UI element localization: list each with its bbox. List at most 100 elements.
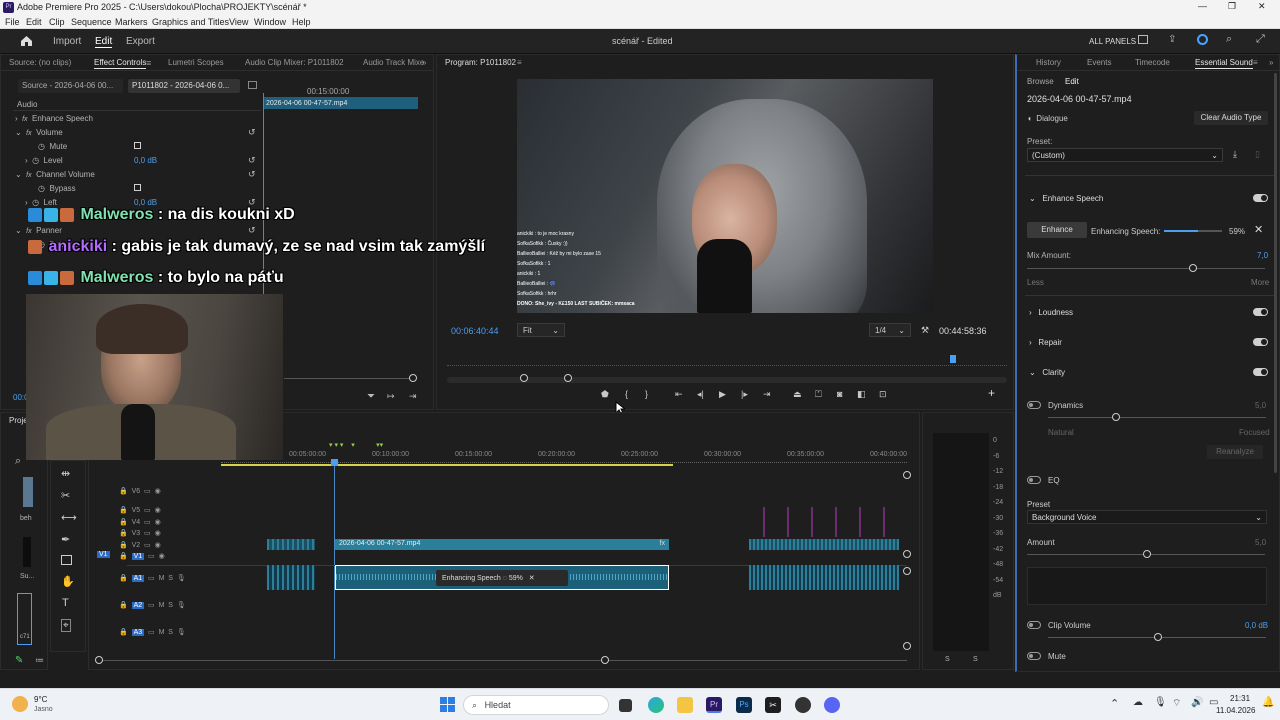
track-v1[interactable]: 🔒 V1 ▭ ◉: [119, 552, 239, 562]
more-tabs-icon[interactable]: »: [422, 58, 426, 67]
menu-markers[interactable]: Markers: [115, 17, 148, 27]
tab-essential-sound[interactable]: Essential Sound: [1195, 58, 1253, 69]
program-ruler[interactable]: [447, 358, 1007, 366]
pencil-icon[interactable]: ✎: [15, 655, 23, 666]
mute-checkbox[interactable]: [134, 142, 141, 149]
program-zoom-bar[interactable]: [447, 377, 1007, 383]
clarity-section[interactable]: ⌄ Clarity: [1029, 368, 1065, 377]
amount-knob[interactable]: [1143, 550, 1151, 558]
wifi-icon[interactable]: ⌔: [1172, 697, 1181, 710]
clear-audio-type-button[interactable]: Clear Audio Type: [1194, 111, 1268, 125]
lift-icon[interactable]: ⏏: [793, 389, 802, 400]
video-clip[interactable]: 2026-04-06 00-47-57.mp4 fx: [335, 539, 669, 550]
playhead-head[interactable]: [331, 459, 338, 466]
menu-view[interactable]: View: [229, 17, 248, 27]
go-to-in-icon[interactable]: ⇤: [675, 389, 683, 400]
bypass-checkbox[interactable]: [134, 184, 141, 191]
clip-volume-value[interactable]: 0,0 dB: [1245, 621, 1268, 630]
menu-graphics[interactable]: Graphics and Titles: [152, 17, 229, 27]
tab-events[interactable]: Events: [1087, 58, 1111, 67]
dynamics-knob[interactable]: [1112, 413, 1120, 421]
ec-item-panner[interactable]: ⌄ fx Panner: [15, 226, 62, 235]
ec-item-channel-volume[interactable]: ⌄ fx Channel Volume: [15, 170, 95, 179]
file-explorer-icon[interactable]: [677, 697, 693, 713]
sync-icon[interactable]: [1197, 34, 1208, 45]
mark-out-icon[interactable]: }: [645, 389, 648, 399]
more-tabs-icon[interactable]: »: [1269, 58, 1273, 67]
export-tab[interactable]: Export: [126, 36, 155, 47]
compare-icon[interactable]: ◧: [857, 389, 866, 400]
search-icon[interactable]: ⌕: [1226, 33, 1232, 46]
mark-in-icon[interactable]: {: [625, 389, 628, 399]
filter-icon[interactable]: ⏷: [367, 391, 375, 402]
ec-clip-bar[interactable]: 2026-04-06 00-47-57.mp4: [264, 97, 418, 109]
import-tab[interactable]: Import: [53, 36, 81, 47]
weather-icon[interactable]: [12, 696, 28, 712]
tab-audio-clip-mixer[interactable]: Audio Clip Mixer: P1011802: [245, 58, 344, 67]
upper-clip-fragments[interactable]: [749, 507, 899, 537]
track-v6[interactable]: 🔒 V6 ▭ ◉: [119, 487, 239, 497]
reset-icon[interactable]: ↺: [248, 225, 256, 236]
taskbar-search[interactable]: ⌕ Hledat: [463, 695, 609, 715]
weather-temp[interactable]: 9°C: [34, 695, 47, 704]
vscroll-handle[interactable]: [903, 471, 911, 479]
cancel-enhance-icon[interactable]: ✕: [1254, 223, 1263, 236]
timeline-zoom-right[interactable]: [601, 656, 609, 664]
step-back-icon[interactable]: ◂|: [697, 389, 704, 400]
track-a3[interactable]: 🔒 A3 ▭ M S 🎙: [119, 628, 239, 638]
export-icon[interactable]: ↦: [387, 391, 395, 402]
zoom-handle-left[interactable]: [520, 374, 528, 382]
reset-icon[interactable]: ↺: [248, 127, 256, 138]
windows-start-icon[interactable]: [440, 697, 456, 713]
add-button-icon[interactable]: +: [988, 386, 995, 400]
tab-effect-controls[interactable]: Effect Controls: [94, 58, 147, 69]
network-icon[interactable]: ☁: [1133, 697, 1143, 708]
repair-toggle[interactable]: [1253, 338, 1268, 346]
go-to-out-icon[interactable]: ⇥: [763, 389, 771, 400]
menu-file[interactable]: File: [5, 17, 20, 27]
app-icon[interactable]: [795, 697, 811, 713]
enhance-speech-section[interactable]: ⌄ Enhance Speech: [1029, 194, 1103, 203]
timeline-playhead[interactable]: [334, 459, 335, 659]
mix-amount-value[interactable]: 7,0: [1257, 251, 1268, 260]
reset-icon[interactable]: ↺: [248, 155, 256, 166]
menu-window[interactable]: Window: [254, 17, 286, 27]
ec-item-volume[interactable]: ⌄ fx Volume: [15, 128, 63, 137]
audio-clip-selected[interactable]: Enhancing Speech ◌ 59% ✕: [335, 565, 669, 590]
mix-amount-knob[interactable]: [1189, 264, 1197, 272]
ripple-edit-icon[interactable]: ⇹: [61, 467, 70, 480]
track-v3[interactable]: 🔒 V3 ▭ ◉: [119, 529, 239, 539]
capcut-icon[interactable]: ✂: [765, 697, 781, 713]
fullscreen-icon[interactable]: ⤢: [1256, 33, 1265, 46]
eq-preset-dropdown[interactable]: Background Voice ⌄: [1027, 510, 1267, 524]
menu-icon[interactable]: ≡: [517, 58, 522, 67]
clock-date[interactable]: 11.04.2026: [1216, 706, 1255, 715]
export-icon[interactable]: ⇥: [409, 391, 417, 402]
subtab-source[interactable]: Source - 2026-04-06 00...: [18, 79, 123, 93]
program-playhead[interactable]: [950, 355, 956, 363]
volume-icon[interactable]: 🔊: [1191, 697, 1203, 708]
razor-icon[interactable]: ✂: [61, 489, 70, 502]
zoom-handle-right[interactable]: [564, 374, 572, 382]
extract-icon[interactable]: ⏍: [815, 389, 822, 400]
camera-icon[interactable]: ◙: [837, 389, 842, 399]
weather-text[interactable]: Jasno: [34, 706, 53, 713]
menu-icon[interactable]: ≡: [146, 58, 151, 68]
step-forward-icon[interactable]: |▸: [741, 389, 748, 400]
vr-icon[interactable]: ⊡: [879, 389, 887, 400]
solo-left[interactable]: S: [945, 656, 950, 663]
edge-icon[interactable]: [648, 697, 664, 713]
timeline-zoom-left[interactable]: [95, 656, 103, 664]
subtab-browse[interactable]: Browse: [1027, 77, 1054, 86]
quality-dropdown[interactable]: 1/4 ⌄: [869, 323, 911, 337]
enhance-speech-toggle[interactable]: [1253, 194, 1268, 202]
track-v2[interactable]: 🔒 V2 ▭ ◉: [119, 541, 239, 551]
share-icon[interactable]: ⇪: [1168, 34, 1176, 45]
project-item-selected[interactable]: c71: [17, 593, 32, 645]
notification-bell-icon[interactable]: 🔔: [1262, 697, 1274, 708]
save-preset-icon[interactable]: ⤓: [1233, 149, 1237, 160]
ec-item-enhance-speech[interactable]: › fx Enhance Speech: [15, 114, 93, 123]
minimize-button[interactable]: —: [1198, 1, 1207, 11]
toggle-timeline-icon[interactable]: [248, 81, 257, 89]
fit-dropdown[interactable]: Fit ⌄: [517, 323, 565, 337]
